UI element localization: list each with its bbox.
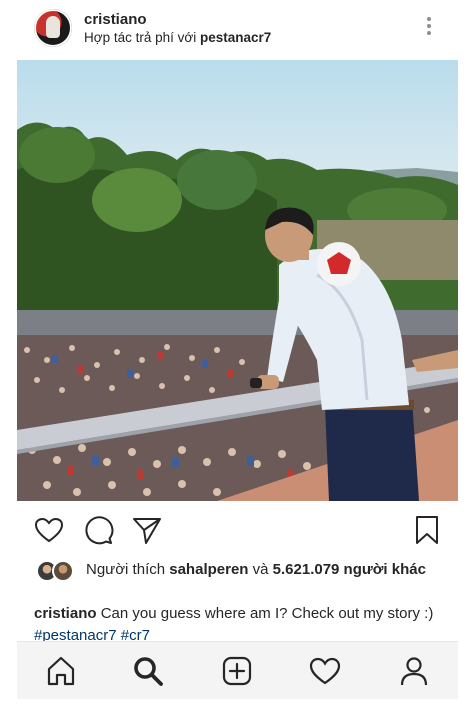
- activity-icon[interactable]: [308, 654, 342, 688]
- home-icon[interactable]: [44, 654, 78, 688]
- post-actions: [0, 508, 475, 552]
- profile-icon[interactable]: [397, 654, 431, 688]
- likes-prefix: Người thích: [86, 561, 166, 578]
- search-icon[interactable]: [131, 654, 165, 688]
- likes-text: Người thích sahalperen và 5.621.079 ngườ…: [86, 560, 446, 580]
- sponsor-prefix: Hợp tác trả phí với: [84, 30, 197, 45]
- likes-count[interactable]: 5.621.079 người khác: [273, 561, 426, 578]
- post-username[interactable]: cristiano: [84, 11, 147, 28]
- comment-icon[interactable]: [82, 514, 114, 546]
- post-header: cristiano Hợp tác trả phí với pestanacr7: [0, 0, 475, 58]
- likes-and: và: [252, 561, 269, 578]
- add-post-icon[interactable]: [220, 654, 254, 688]
- heart-icon[interactable]: [33, 514, 65, 546]
- caption-username[interactable]: cristiano: [34, 605, 97, 622]
- bottom-navigation: [17, 641, 458, 699]
- paid-partnership-label: Hợp tác trả phí với pestanacr7: [84, 30, 271, 45]
- liker-username[interactable]: sahalperen: [169, 561, 248, 578]
- avatar[interactable]: [34, 9, 72, 47]
- liker-avatar: [52, 560, 74, 582]
- share-icon[interactable]: [131, 514, 163, 546]
- hashtag-link[interactable]: #cr7: [121, 627, 150, 641]
- caption-text: Can you guess where am I? Check out my s…: [100, 605, 434, 622]
- sponsor-partner-link[interactable]: pestanacr7: [200, 30, 271, 45]
- bookmark-icon[interactable]: [411, 514, 443, 546]
- more-options-icon[interactable]: [423, 14, 435, 42]
- hashtag-link[interactable]: #pestanacr7: [34, 627, 117, 641]
- post-caption: cristiano Can you guess where am I? Chec…: [34, 603, 434, 641]
- likes-summary[interactable]: Người thích sahalperen và 5.621.079 ngườ…: [34, 558, 444, 598]
- post-photo[interactable]: [17, 60, 458, 501]
